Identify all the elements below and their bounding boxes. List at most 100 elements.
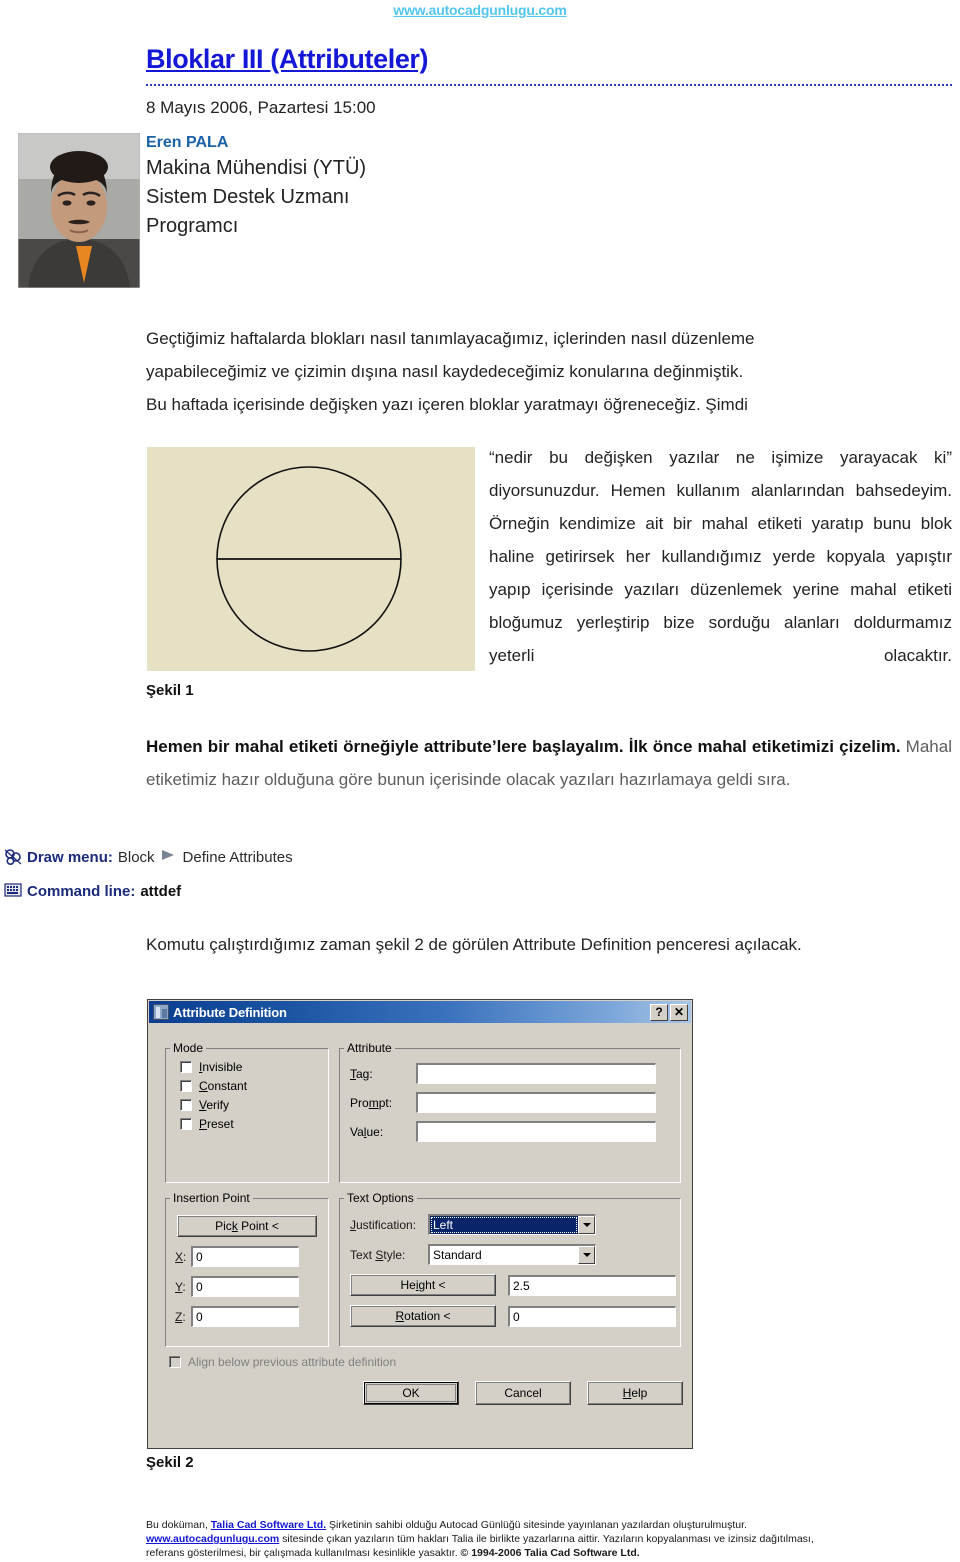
- arrow-right-icon: [160, 848, 178, 866]
- page-title: Bloklar III (Attributeler): [146, 44, 429, 74]
- figure-1-image: [146, 446, 476, 672]
- dialog-window-icon: [153, 1004, 169, 1020]
- checkbox-preset-box[interactable]: [180, 1118, 192, 1130]
- checkbox-verify[interactable]: Verify: [180, 1098, 328, 1112]
- menu-path-draw: Draw menu: Block Define Attributes: [4, 848, 293, 866]
- menu-path-draw-label: Draw menu:: [27, 848, 113, 866]
- rotation-button[interactable]: Rotation <: [350, 1305, 496, 1327]
- text-options-group: Text Options Justification: Left Text St…: [339, 1191, 681, 1347]
- pick-point-button-label: Pick Point <: [215, 1219, 279, 1233]
- checkbox-constant-label: Constant: [199, 1079, 248, 1093]
- author-block: Eren PALA Makina Mühendisi (YTÜ) Sistem …: [146, 132, 366, 241]
- author-avatar: [18, 133, 140, 288]
- checkbox-invisible[interactable]: Invisible: [180, 1060, 328, 1074]
- text-style-value: Standard: [433, 1248, 482, 1262]
- justification-value: Left: [430, 1216, 578, 1234]
- height-input[interactable]: 2.5: [508, 1274, 676, 1296]
- field-tag-input[interactable]: [416, 1063, 656, 1084]
- footer: Bu doküman, Talia Cad Software Ltd. Şirk…: [146, 1518, 952, 1560]
- pick-point-button[interactable]: Pick Point <: [177, 1215, 317, 1237]
- field-tag-row: Tag:: [350, 1063, 680, 1084]
- site-url-link[interactable]: www.autocadgunlugu.com: [0, 2, 960, 18]
- coord-z-row: Z: 0: [175, 1306, 328, 1327]
- checkbox-invisible-box[interactable]: [180, 1061, 192, 1073]
- field-prompt-row: Prompt:: [350, 1092, 680, 1113]
- chevron-down-icon[interactable]: [578, 1216, 595, 1234]
- figure-1-caption: Şekil 1: [146, 682, 194, 699]
- height-button[interactable]: Height <: [350, 1274, 496, 1296]
- coord-y-row: Y: 0: [175, 1276, 328, 1297]
- author-title-1: Makina Mühendisi (YTÜ): [146, 157, 367, 179]
- footer-text-2b: sitesinde çıkan yazıların tüm hakları Ta…: [279, 1533, 814, 1545]
- rotation-button-label: Rotation <: [395, 1309, 451, 1323]
- attribute-intro-paragraph: Hemen bir mahal etiketi örneğiyle attrib…: [146, 730, 952, 796]
- align-below-checkbox: [169, 1356, 181, 1368]
- define-attributes-icon: [4, 848, 22, 866]
- rotation-row: Rotation < 0: [350, 1305, 680, 1327]
- figure-1-side-text: “nedir bu değişken yazılar ne işimize ya…: [489, 448, 952, 665]
- dialog-titlebar[interactable]: Attribute Definition ? ✕: [149, 1001, 691, 1023]
- justification-label: Justification:: [350, 1217, 417, 1232]
- insertion-point-group: Insertion Point Pick Point < X: 0 Y: 0 Z…: [165, 1191, 329, 1347]
- field-tag-label: Tag:: [350, 1066, 373, 1081]
- intro-line-2: yapabileceğimiz ve çizimin dışına nasıl …: [146, 362, 744, 381]
- menu-path-draw-item2: Define Attributes: [182, 848, 293, 866]
- checkbox-preset-label: Preset: [199, 1117, 234, 1131]
- dialog-intro-paragraph: Komutu çalıştırdığımız zaman şekil 2 de …: [146, 935, 802, 954]
- coord-x-row: X: 0: [175, 1246, 328, 1267]
- coord-y-input[interactable]: 0: [191, 1276, 299, 1297]
- intro-line-1: Geçtiğimiz haftalarda blokları nasıl tan…: [146, 329, 755, 348]
- menu-path-draw-item1: Block: [117, 848, 155, 866]
- coord-y-label: Y:: [175, 1279, 186, 1294]
- coord-z-label: Z:: [175, 1309, 186, 1324]
- title-divider: [146, 84, 952, 86]
- insertion-point-legend: Insertion Point: [173, 1191, 250, 1205]
- checkbox-invisible-label: Invisible: [199, 1060, 243, 1074]
- menu-path-command-name: attdef: [140, 882, 182, 900]
- text-style-label: Text Style:: [350, 1247, 406, 1262]
- footer-line-2: www.autocadgunlugu.com sitesinde çıkan y…: [146, 1532, 952, 1546]
- close-icon-button[interactable]: ✕: [670, 1003, 688, 1021]
- cancel-button[interactable]: Cancel: [475, 1381, 571, 1405]
- checkbox-verify-box[interactable]: [180, 1099, 192, 1111]
- checkbox-preset[interactable]: Preset: [180, 1117, 328, 1131]
- coord-z-input[interactable]: 0: [191, 1306, 299, 1327]
- attribute-group-legend: Attribute: [347, 1041, 392, 1055]
- align-below-checkbox-label: Align below previous attribute definitio…: [188, 1355, 397, 1369]
- ok-button[interactable]: OK: [363, 1381, 459, 1405]
- chevron-down-icon-2[interactable]: [578, 1246, 595, 1264]
- checkbox-constant-box[interactable]: [180, 1080, 192, 1092]
- justification-row: Justification: Left: [350, 1214, 680, 1235]
- field-value-input[interactable]: [416, 1121, 656, 1142]
- avatar-photo: [18, 133, 140, 288]
- field-value-row: Value:: [350, 1121, 680, 1142]
- footer-site-link[interactable]: www.autocadgunlugu.com: [146, 1533, 279, 1545]
- checkbox-constant[interactable]: Constant: [180, 1079, 328, 1093]
- checkbox-verify-label: Verify: [199, 1098, 230, 1112]
- help-icon-button[interactable]: ?: [650, 1003, 668, 1021]
- footer-line-3: referans gösterilmesi, bir çalışmada kul…: [146, 1546, 952, 1560]
- footer-line-1: Bu doküman, Talia Cad Software Ltd. Şirk…: [146, 1518, 952, 1532]
- menu-path-command: Command line: attdef: [4, 882, 181, 900]
- footer-text-3a: referans gösterilmesi, bir çalışmada kul…: [146, 1547, 461, 1559]
- field-prompt-label: Prompt:: [350, 1095, 393, 1110]
- menu-path-command-label: Command line:: [27, 882, 136, 900]
- rotation-input[interactable]: 0: [508, 1305, 676, 1327]
- attribute-group: Attribute Tag: Prompt: Value:: [339, 1041, 681, 1183]
- author-name: Eren PALA: [146, 134, 229, 151]
- height-button-label: Height <: [400, 1278, 446, 1292]
- intro-line-3: Bu haftada içerisinde değişken yazı içer…: [146, 395, 748, 414]
- text-style-dropdown[interactable]: Standard: [428, 1244, 596, 1265]
- page-title-wrap: Bloklar III (Attributeler): [146, 44, 952, 75]
- publish-date: 8 Mayıs 2006, Pazartesi 15:00: [146, 98, 376, 117]
- footer-copyright: © 1994-2006 Talia Cad Software Ltd.: [460, 1547, 640, 1559]
- author-title-3: Programcı: [146, 215, 239, 237]
- figure-2-caption: Şekil 2: [146, 1454, 194, 1471]
- text-options-legend: Text Options: [347, 1191, 414, 1205]
- justification-dropdown[interactable]: Left: [428, 1214, 596, 1235]
- coord-x-input[interactable]: 0: [191, 1246, 299, 1267]
- help-button[interactable]: Help: [587, 1381, 683, 1405]
- mode-group-legend: Mode: [173, 1041, 204, 1055]
- footer-talia-link[interactable]: Talia Cad Software Ltd.: [211, 1519, 326, 1531]
- field-prompt-input[interactable]: [416, 1092, 656, 1113]
